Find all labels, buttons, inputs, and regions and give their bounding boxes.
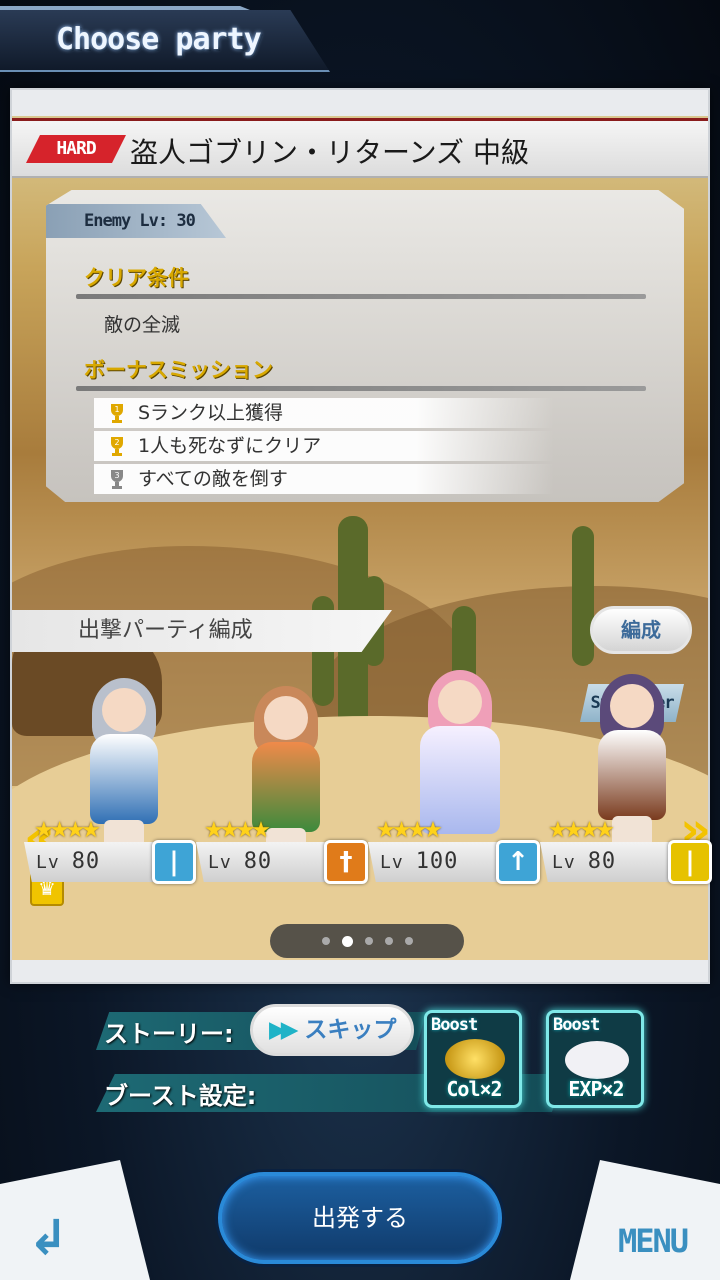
story-setting-label: ストーリー:	[104, 1020, 234, 1048]
back-arrow-icon[interactable]: ↲	[28, 1210, 68, 1266]
mace-icon: ↑	[496, 840, 540, 884]
quest-title: 盗人ゴブリン・リターンズ 中級	[130, 136, 529, 169]
bunny-icon	[565, 1041, 629, 1079]
mission-text: すべての敵を倒す	[138, 468, 288, 490]
character-face	[610, 684, 654, 728]
rarity-stars: ★★★★	[204, 818, 271, 843]
coins-icon	[445, 1039, 505, 1079]
page-dot[interactable]	[384, 937, 393, 945]
difficulty-badge: HARD	[26, 135, 126, 163]
menu-button[interactable]: MENU	[618, 1222, 689, 1260]
skip-label: スキップ	[304, 1017, 397, 1043]
page-dot[interactable]	[321, 937, 330, 945]
cactus	[572, 526, 594, 666]
header-stripe	[0, 6, 250, 10]
clear-condition-label: クリア条件	[84, 266, 189, 290]
level-box: Lv 100	[368, 842, 498, 882]
skip-story-button[interactable]: ▶▶ スキップ	[250, 1004, 414, 1056]
level-box: Lv 80	[24, 842, 154, 882]
svg-text:1: 1	[114, 405, 119, 414]
boost-exp-button[interactable]: Boost EXP×2	[546, 1010, 644, 1108]
party-label-bar: 出撃パーティ編成	[12, 610, 392, 652]
mission-row: 1 Sランク以上獲得	[94, 398, 554, 428]
boost-col-button[interactable]: Boost Col×2	[424, 1010, 522, 1108]
sword-icon: |	[668, 840, 712, 884]
svg-text:2: 2	[114, 438, 119, 447]
boost-setting-label: ブースト設定:	[104, 1082, 257, 1110]
section-divider	[76, 386, 646, 391]
rapier-icon: |	[152, 840, 196, 884]
enemy-level-tab: Enemy Lv: 30	[46, 204, 226, 238]
character-face	[438, 680, 482, 724]
mission-text: 1人も死なずにクリア	[138, 435, 322, 457]
level-prefix: Lv	[36, 852, 60, 873]
character-face	[264, 696, 308, 740]
back-corner-panel	[0, 1160, 150, 1280]
page-title: Choose party	[56, 22, 262, 57]
depart-button[interactable]: 出発する	[218, 1172, 502, 1264]
level-value: 80	[587, 849, 617, 874]
level-value: 80	[71, 849, 101, 874]
section-divider	[76, 294, 646, 299]
gold-trophy-icon: 2	[111, 437, 123, 456]
level-prefix: Lv	[552, 852, 576, 873]
character-body	[90, 734, 158, 824]
level-value: 100	[415, 849, 459, 874]
clear-condition-text: 敵の全滅	[104, 314, 181, 336]
edit-party-button[interactable]: 編成	[590, 606, 692, 654]
boost-title: Boost	[553, 1015, 600, 1035]
rarity-stars: ★★★★	[34, 818, 101, 843]
rarity-stars: ★★★★	[376, 818, 443, 843]
level-prefix: Lv	[380, 852, 404, 873]
page-dot[interactable]	[364, 937, 373, 945]
page-dot[interactable]	[404, 937, 413, 945]
character-body	[598, 730, 666, 820]
menu-corner-panel	[570, 1160, 720, 1280]
level-value: 80	[243, 849, 273, 874]
mission-row: 2 1人も死なずにクリア	[94, 431, 554, 461]
gray-trophy-icon: 3	[111, 470, 123, 489]
boost-effect: EXP×2	[568, 1077, 624, 1101]
fast-forward-icon: ▶▶	[269, 1017, 298, 1043]
bonus-mission-label: ボーナスミッション	[84, 358, 273, 382]
quest-title-band: HARD 盗人ゴブリン・リターンズ 中級	[12, 118, 708, 178]
mission-row: 3 すべての敵を倒す	[94, 464, 554, 494]
level-box: Lv 80	[540, 842, 670, 882]
boost-effect: Col×2	[446, 1077, 502, 1101]
rarity-stars: ★★★★	[548, 818, 615, 843]
quest-panel: HARD 盗人ゴブリン・リターンズ 中級 Enemy Lv: 30 クリア条件 …	[10, 88, 712, 984]
mission-text: Sランク以上獲得	[138, 402, 284, 424]
boost-title: Boost	[431, 1015, 478, 1035]
svg-text:3: 3	[114, 471, 119, 480]
header: Choose party	[0, 0, 340, 82]
page-dot-active[interactable]	[341, 935, 353, 947]
character-face	[102, 688, 146, 732]
level-box: Lv 80	[196, 842, 326, 882]
quest-info-box: Enemy Lv: 30 クリア条件 敵の全滅 ボーナスミッション 1 Sランク…	[46, 190, 684, 502]
gold-trophy-icon: 1	[111, 404, 123, 423]
party-page-indicator[interactable]	[270, 924, 464, 958]
level-prefix: Lv	[208, 852, 232, 873]
dagger-icon: †	[324, 840, 368, 884]
